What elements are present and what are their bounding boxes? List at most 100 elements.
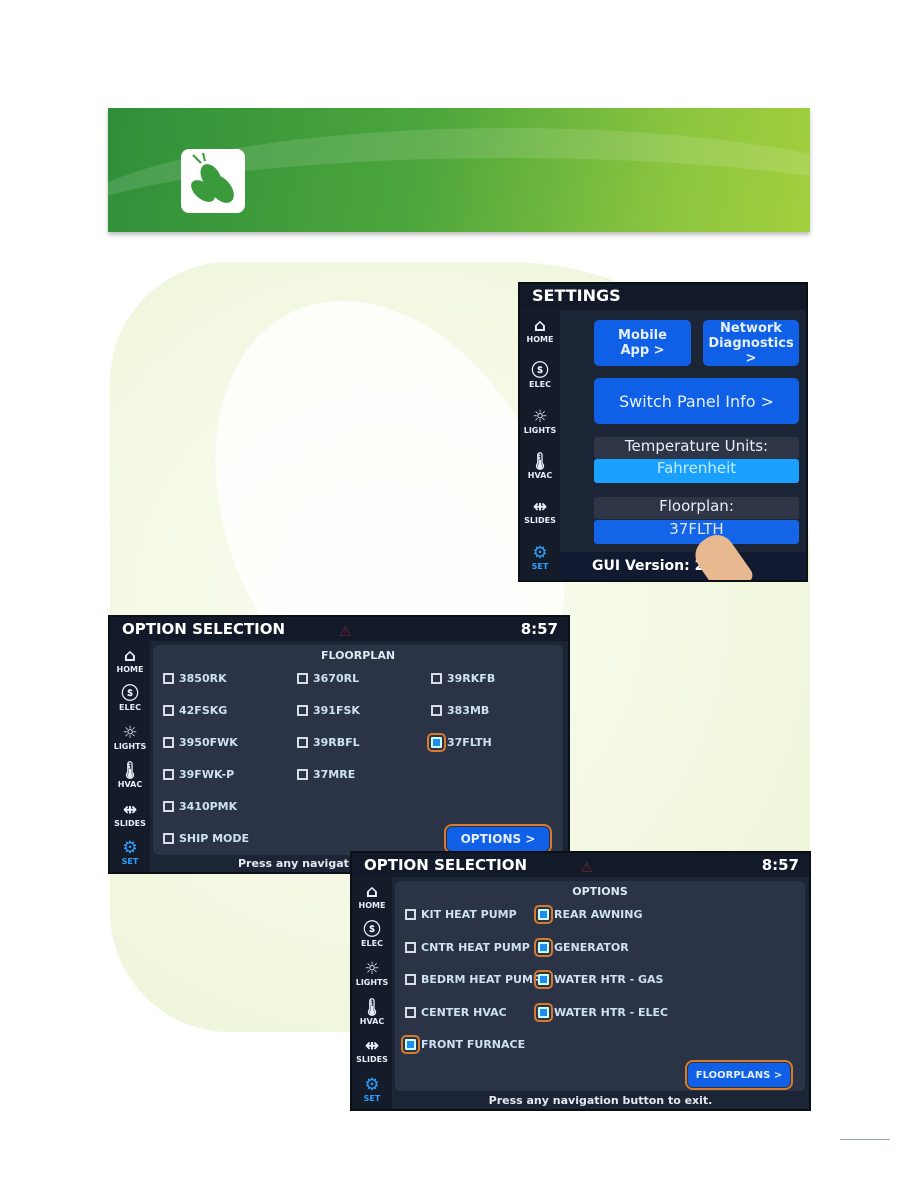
checkbox-checked[interactable] bbox=[534, 970, 553, 989]
option-checkbox[interactable]: 39RKFB bbox=[431, 672, 495, 685]
checkbox-unchecked[interactable] bbox=[297, 673, 308, 684]
checkbox-checked[interactable] bbox=[534, 905, 553, 924]
checkbox-unchecked[interactable] bbox=[405, 1006, 416, 1018]
electric-icon: ⓢ bbox=[121, 684, 139, 705]
option-checkbox[interactable]: 3950FWK bbox=[163, 736, 238, 749]
nav-slides[interactable]: ⇹ SLIDES bbox=[352, 1032, 392, 1071]
clock: 8:57 bbox=[761, 856, 799, 874]
option-checkbox[interactable]: REAR AWNING bbox=[534, 905, 643, 924]
logo bbox=[181, 149, 245, 213]
switch-panel-info-button[interactable]: Switch Panel Info > bbox=[594, 378, 799, 424]
options-panel: OPTIONS KIT HEAT PUMP CNTR HEAT PUMP BEDRM… bbox=[395, 881, 805, 1091]
nav-label: ELEC bbox=[119, 703, 141, 713]
thermometer-icon: 🌡 bbox=[361, 997, 383, 1018]
nav-set[interactable]: ⚙ SET bbox=[110, 833, 150, 871]
option-checkbox[interactable]: WATER HTR - GAS bbox=[534, 970, 663, 989]
checkbox-unchecked[interactable] bbox=[431, 705, 442, 716]
checkbox-unchecked[interactable] bbox=[431, 673, 442, 684]
nav-elec[interactable]: ⓢ ELEC bbox=[520, 353, 560, 398]
option-checkbox[interactable]: 3410PMK bbox=[163, 800, 237, 813]
nav-label: LIGHTS bbox=[523, 425, 557, 435]
nav-elec[interactable]: ⓢ ELEC bbox=[352, 916, 392, 955]
nav-lights[interactable]: ☼ LIGHTS bbox=[110, 718, 150, 756]
firefly-icon bbox=[191, 152, 234, 203]
option-checkbox[interactable]: GENERATOR bbox=[534, 937, 629, 957]
thermometer-icon: 🌡 bbox=[119, 761, 141, 782]
option-checkbox[interactable]: 383MB bbox=[431, 704, 489, 717]
checkbox-unchecked[interactable] bbox=[163, 801, 174, 812]
option-checkbox[interactable]: 3670RL bbox=[297, 672, 359, 685]
option-checkbox[interactable]: 39FWK-P bbox=[163, 768, 234, 781]
option-label: SHIP MODE bbox=[179, 832, 250, 845]
nav-label: HOME bbox=[116, 664, 144, 674]
option-label: 39FWK-P bbox=[179, 768, 235, 781]
checkbox-unchecked[interactable] bbox=[297, 769, 308, 780]
floorplan-value[interactable]: 37FLTH bbox=[594, 520, 799, 544]
option-label: 3410PMK bbox=[179, 800, 238, 813]
nav-label: HVAC bbox=[117, 780, 143, 790]
footer-hint: Press any navigation button to exit. bbox=[488, 1094, 713, 1107]
option-label: WATER HTR - ELEC bbox=[554, 1005, 669, 1019]
nav-elec[interactable]: ⓢ ELEC bbox=[110, 679, 150, 717]
option-label: CENTER HVAC bbox=[421, 1005, 507, 1019]
checkbox-unchecked[interactable] bbox=[405, 974, 416, 985]
checkbox-unchecked[interactable] bbox=[163, 705, 174, 716]
option-checkbox[interactable]: FRONT FURNACE bbox=[401, 1035, 525, 1054]
thermometer-icon: 🌡 bbox=[529, 452, 551, 473]
checkbox-unchecked[interactable] bbox=[405, 909, 416, 920]
option-checkbox[interactable]: 42FSKG bbox=[163, 704, 227, 717]
checkbox-checked[interactable] bbox=[427, 733, 446, 752]
home-icon: ⌂ bbox=[533, 316, 547, 337]
floorplans-button[interactable]: FLOORPLANS > bbox=[685, 1060, 793, 1090]
nav-lights[interactable]: ☼ LIGHTS bbox=[520, 399, 560, 444]
nav-home[interactable]: ⌂ HOME bbox=[110, 641, 150, 679]
option-label: REAR AWNING bbox=[554, 908, 643, 921]
page-rule bbox=[840, 1139, 890, 1140]
nav-label: HOME bbox=[526, 335, 554, 345]
nav-hvac[interactable]: 🌡 HVAC bbox=[110, 756, 150, 794]
checkbox-checked[interactable] bbox=[401, 1035, 420, 1054]
option-checkbox[interactable]: 39RBFL bbox=[297, 736, 360, 749]
warning-icon: ⚠ bbox=[339, 624, 352, 640]
checkbox-unchecked[interactable] bbox=[163, 833, 174, 844]
checkbox-unchecked[interactable] bbox=[297, 737, 308, 748]
option-checkbox[interactable]: 3850RK bbox=[163, 672, 227, 685]
nav-slides[interactable]: ⇹ SLIDES bbox=[520, 489, 560, 534]
option-checkbox[interactable]: WATER HTR - ELEC bbox=[534, 1002, 669, 1022]
options-button[interactable]: OPTIONS > bbox=[444, 824, 552, 854]
home-icon: ⌂ bbox=[123, 645, 137, 666]
option-checkbox[interactable]: BEDRM HEAT PUMP bbox=[405, 973, 541, 986]
checkbox-unchecked[interactable] bbox=[405, 941, 416, 953]
nav-label: SLIDES bbox=[524, 516, 556, 526]
nav-lights[interactable]: ☼ LIGHTS bbox=[352, 954, 392, 993]
checkbox-checked[interactable] bbox=[534, 937, 553, 957]
option-checkbox[interactable]: 391FSK bbox=[297, 704, 360, 717]
nav-label: HVAC bbox=[527, 471, 553, 481]
temperature-units-label: Temperature Units: bbox=[594, 437, 799, 459]
option-checkbox[interactable]: 37FLTH bbox=[427, 733, 492, 752]
nav-label: SET bbox=[531, 561, 549, 571]
nav-sidebar: ⌂ HOME ⓢ ELEC ☼ LIGHTS 🌡 HVAC ⇹ SLIDES ⚙ SET bbox=[352, 877, 392, 1109]
nav-label: ELEC bbox=[529, 380, 551, 390]
nav-set[interactable]: ⚙ SET bbox=[520, 535, 560, 580]
checkbox-unchecked[interactable] bbox=[163, 737, 174, 748]
checkbox-checked[interactable] bbox=[534, 1002, 553, 1022]
nav-home[interactable]: ⌂ HOME bbox=[352, 877, 392, 916]
option-checkbox[interactable]: 37MRE bbox=[297, 768, 355, 781]
checkbox-unchecked[interactable] bbox=[163, 769, 174, 780]
temperature-units-value[interactable]: Fahrenheit bbox=[594, 459, 799, 483]
option-checkbox[interactable]: SHIP MODE bbox=[163, 832, 249, 845]
checkbox-unchecked[interactable] bbox=[297, 705, 308, 716]
nav-home[interactable]: ⌂ HOME bbox=[520, 308, 560, 353]
network-diagnostics-button[interactable]: Network Diagnostics > bbox=[703, 320, 799, 366]
option-checkbox[interactable]: KIT HEAT PUMP bbox=[405, 908, 517, 921]
nav-hvac[interactable]: 🌡 HVAC bbox=[520, 444, 560, 489]
option-checkbox[interactable]: CENTER HVAC bbox=[405, 1006, 507, 1019]
nav-slides[interactable]: ⇹ SLIDES bbox=[110, 795, 150, 833]
option-checkbox[interactable]: CNTR HEAT PUMP bbox=[405, 941, 530, 954]
nav-hvac[interactable]: 🌡 HVAC bbox=[352, 993, 392, 1032]
checkbox-unchecked[interactable] bbox=[163, 673, 174, 684]
mobile-app-button[interactable]: Mobile App > bbox=[594, 320, 691, 366]
nav-set[interactable]: ⚙ SET bbox=[352, 1070, 392, 1109]
screen-title: OPTION SELECTION bbox=[122, 620, 286, 638]
